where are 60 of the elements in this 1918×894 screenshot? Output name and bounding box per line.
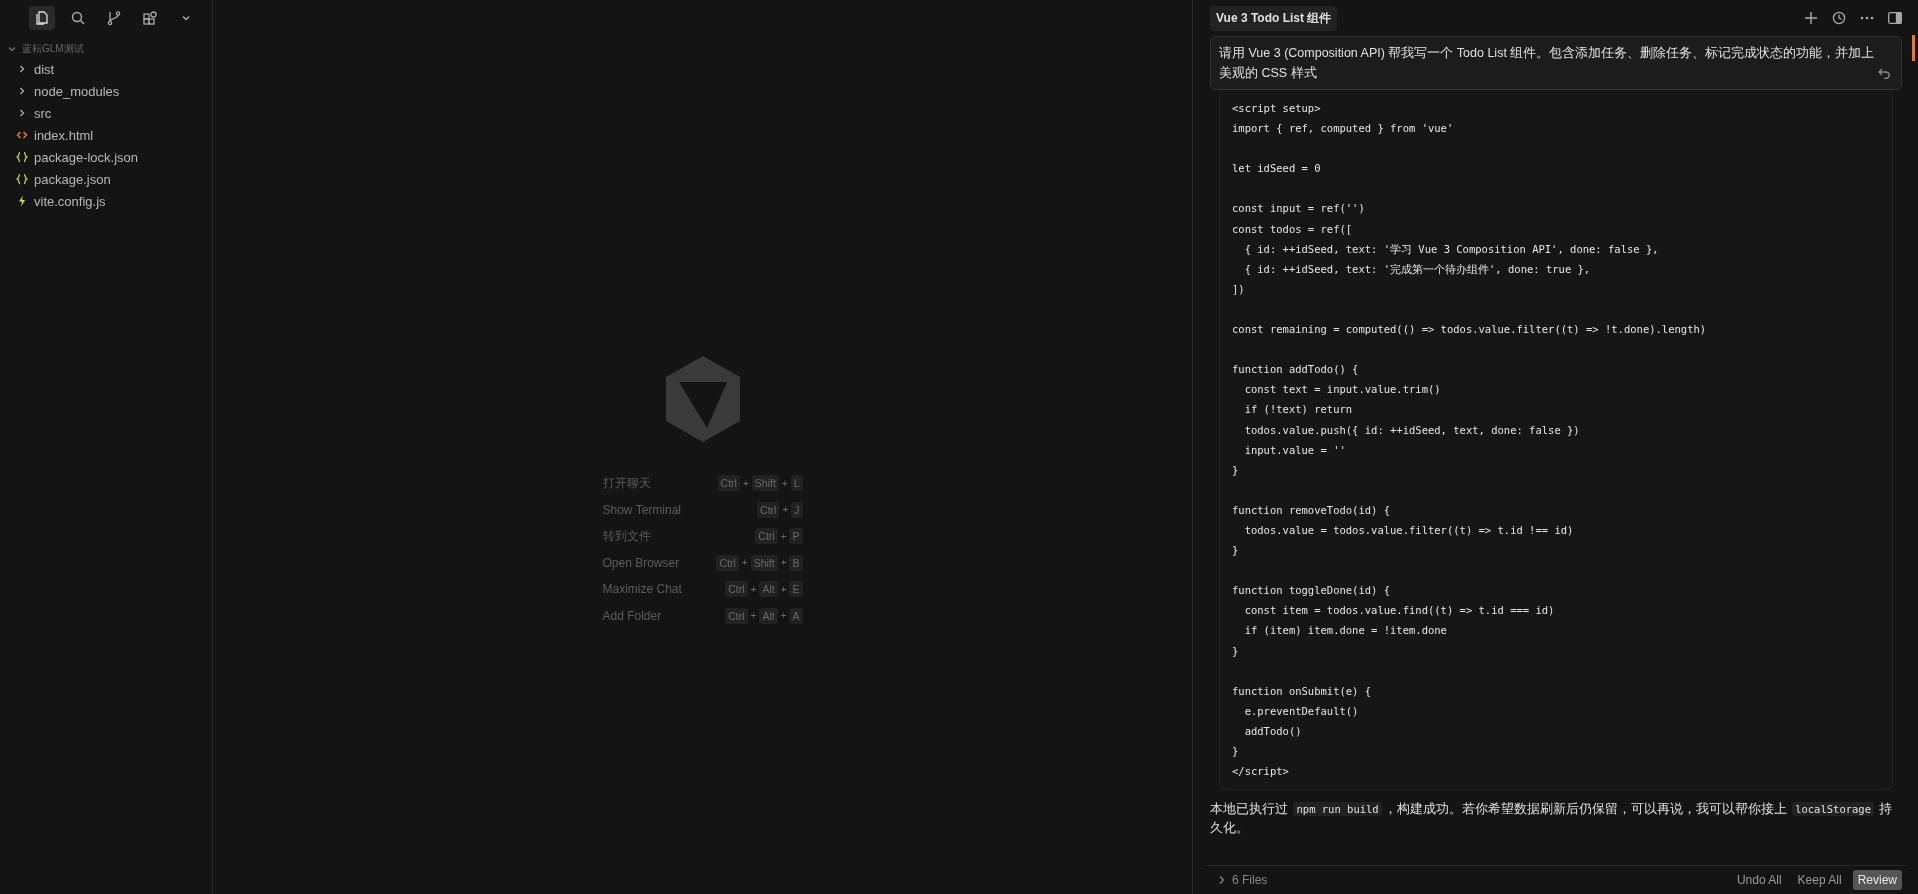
shortcut-label: Add Folder	[602, 608, 662, 623]
key-cap: E	[789, 581, 803, 598]
file-name[interactable]: index.html	[34, 127, 94, 143]
undo-icon[interactable]	[1878, 68, 1891, 79]
plus-sign: +	[742, 477, 749, 489]
key-cap: Ctrl	[725, 607, 748, 624]
key-cap: Ctrl	[725, 581, 748, 598]
plus-icon[interactable]	[1804, 11, 1818, 25]
key-cap: Shift	[750, 554, 778, 571]
file-name[interactable]: node_modules	[34, 83, 120, 99]
action-button[interactable]: Undo All	[1731, 870, 1787, 890]
chat-tab[interactable]: Vue 3 Todo List 组件	[1210, 5, 1338, 31]
curly-braces-icon	[16, 173, 28, 185]
file-name[interactable]: src	[34, 105, 52, 121]
shortcut-label: Show Terminal	[602, 502, 681, 517]
reply-text: 本地已执行过 npm run build ，构建成功。若你希望数据刷新后仍保留，可以再说，我可以帮你接上 localStorage 持久化。	[1210, 801, 1894, 838]
lightning-icon	[16, 195, 28, 207]
panel-toggle-icon[interactable]	[1888, 12, 1902, 24]
plus-sign: +	[780, 583, 787, 595]
file-name[interactable]: package.json	[34, 171, 111, 187]
key-cap: Alt	[759, 581, 778, 598]
plus-sign: +	[750, 583, 757, 595]
code-text: <script setup> import { ref, computed } from 'vue' let idSeed = 0 const input = ref('') const todos = ref([ { id: ++idSeed, text: '学习 Vue 3 Composition API', done: false }, { id: ++idSeed, text: '完成第一个待办组件', done: true }, ]) const remaining = computed(() => todos.value.filter((t) => !t.done).length) function addTodo() { const text = input.value.trim() if (!text) return todos.value.push({ id: ++idSeed, text, done: false }) input.value = '' } function removeTodo(id) { todos.value = todos.value.filter((t) => t.id !== id) } function toggleDone(id) { const item = todos.value.find((t) => t.id === id) if (item) item.done = !item.done } function onSubmit(e) { e.preventDefault() addTodo() } </script>	[1232, 101, 1708, 780]
code-brackets-icon	[16, 129, 28, 141]
plus-sign: +	[750, 610, 757, 622]
files-icon[interactable]	[29, 6, 55, 30]
key-cap: B	[789, 554, 803, 571]
shortcut-label: 转到文件	[602, 527, 651, 545]
folder-name[interactable]: 蓝耘GLM测试	[22, 42, 84, 56]
key-cap: P	[789, 528, 803, 545]
action-button[interactable]: Review	[1852, 870, 1902, 890]
shortcut-label: Maximize Chat	[602, 582, 682, 597]
chevron-icon[interactable]	[7, 44, 17, 54]
key-cap: Ctrl	[755, 528, 778, 545]
plus-sign: +	[780, 610, 787, 622]
file-name[interactable]: vite.config.js	[34, 193, 106, 209]
shortcut-label: Open Browser	[602, 555, 680, 570]
plus-sign: +	[781, 477, 788, 489]
plus-sign: +	[782, 504, 789, 516]
files-count[interactable]: 6 Files	[1232, 873, 1268, 887]
prompt-text: 请用 Vue 3 (Composition API) 帮我写一个 Todo List 组件。包含添加任务、删除任务、标记完成状态的功能，并加上美观的 CSS 样式	[1219, 46, 1875, 80]
key-cap: L	[790, 475, 803, 492]
plus-sign: +	[741, 557, 748, 569]
key-cap: Ctrl	[717, 475, 740, 492]
clock-icon[interactable]	[1832, 11, 1846, 25]
key-cap: Alt	[759, 607, 778, 624]
chevron-icon[interactable]	[1218, 875, 1226, 885]
shortcut-label: 打开聊天	[602, 474, 651, 492]
plus-sign: +	[780, 530, 787, 542]
more-icon[interactable]	[1860, 16, 1874, 20]
key-cap: A	[789, 607, 803, 624]
key-cap: J	[791, 501, 803, 518]
plus-sign: +	[780, 557, 787, 569]
file-name[interactable]: package-lock.json	[34, 149, 139, 165]
action-button[interactable]: Keep All	[1792, 870, 1847, 890]
key-cap: Ctrl	[716, 554, 739, 571]
key-cap: Shift	[751, 475, 779, 492]
curly-braces-icon	[16, 151, 28, 163]
key-cap: Ctrl	[757, 501, 780, 518]
file-name[interactable]: dist	[34, 61, 55, 77]
